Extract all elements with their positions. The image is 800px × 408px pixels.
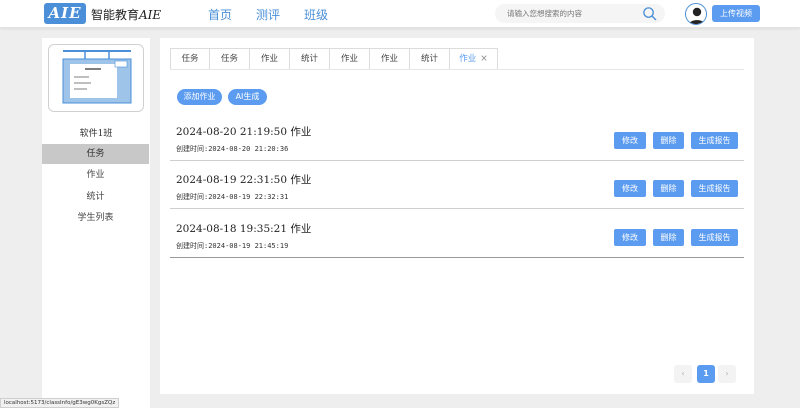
generate-report-button[interactable]: 生成报告 [691,132,738,149]
delete-button[interactable]: 删除 [653,229,684,246]
homework-title: 2024-08-20 21:19:50 作业 [176,126,312,138]
homework-row: 2024-08-20 21:19:50 作业 创建时间:2024-08-20 2… [170,112,744,161]
edit-button[interactable]: 修改 [614,132,646,149]
homework-title: 2024-08-19 22:31:50 作业 [176,174,312,186]
class-name: 软件1班 [79,129,113,139]
tab-statistics-2[interactable]: 统计 [410,48,450,70]
main-panel: 任务 任务 作业 统计 作业 作业 统计 作业 × 添加作业 AI生成 2024-… [160,38,754,394]
tab-homework-3[interactable]: 作业 [370,48,410,70]
tab-task-1[interactable]: 任务 [170,48,210,70]
tab-homework-1[interactable]: 作业 [250,48,290,70]
edit-button[interactable]: 修改 [614,229,646,246]
tab-homework-2[interactable]: 作业 [330,48,370,70]
homework-created-time: 创建时间:2024-08-19 22:32:31 [176,193,289,201]
class-cover-image[interactable] [48,44,144,112]
tab-task-2[interactable]: 任务 [210,48,250,70]
tab-label: 作业 [459,54,477,64]
page-number-current[interactable]: 1 [697,365,715,383]
nav-home[interactable]: 首页 [208,6,232,23]
homework-created-time: 创建时间:2024-08-20 21:20:36 [176,145,289,153]
status-url-bar: localhost:5173/classInfo/gE3wg0KgsZQz [0,398,120,408]
homework-created-time: 创建时间:2024-08-19 21:45:19 [176,242,289,250]
logo[interactable]: AIE [44,3,86,24]
upload-video-button[interactable]: 上传视频 [712,5,760,22]
search-box [495,4,665,23]
search-icon[interactable] [642,6,657,21]
edit-button[interactable]: 修改 [614,180,646,197]
nav-class[interactable]: 班级 [304,6,328,23]
tabs-divider [170,69,744,70]
top-header: AIE 智能教育AIE 首页 测评 班级 上传视频 [0,0,800,28]
homework-row: 2024-08-19 22:31:50 作业 创建时间:2024-08-19 2… [170,160,744,209]
tab-statistics-1[interactable]: 统计 [290,48,330,70]
sidebar-item-statistics[interactable]: 统计 [42,187,149,207]
next-page-button[interactable]: › [718,365,736,383]
classroom-board-icon [62,50,132,104]
generate-report-button[interactable]: 生成报告 [691,180,738,197]
generate-report-button[interactable]: 生成报告 [691,229,738,246]
sidebar-item-student-list[interactable]: 学生列表 [42,208,149,228]
sidebar-item-homework[interactable]: 作业 [42,165,149,185]
ai-generate-button[interactable]: AI生成 [228,89,267,105]
homework-title: 2024-08-18 19:35:21 作业 [176,223,312,235]
homework-row: 2024-08-18 19:35:21 作业 创建时间:2024-08-19 2… [170,209,744,258]
search-input[interactable] [507,4,637,23]
delete-button[interactable]: 删除 [653,132,684,149]
tab-bar: 任务 任务 作业 统计 作业 作业 统计 作业 × [170,48,498,70]
avatar[interactable] [685,3,707,25]
tab-homework-active[interactable]: 作业 × [450,48,498,70]
user-icon [688,7,706,24]
brand-suffix: AIE [139,8,162,22]
sidebar: 软件1班 任务 作业 统计 学生列表 [42,38,150,408]
sidebar-item-tasks[interactable]: 任务 [42,144,149,164]
brand-name: 智能教育AIE [91,6,161,23]
nav-assessment[interactable]: 测评 [256,6,280,23]
brand-prefix: 智能教育 [91,8,140,22]
close-icon[interactable]: × [480,54,488,64]
delete-button[interactable]: 删除 [653,180,684,197]
add-homework-button[interactable]: 添加作业 [177,89,222,105]
prev-page-button[interactable]: ‹ [674,365,692,383]
